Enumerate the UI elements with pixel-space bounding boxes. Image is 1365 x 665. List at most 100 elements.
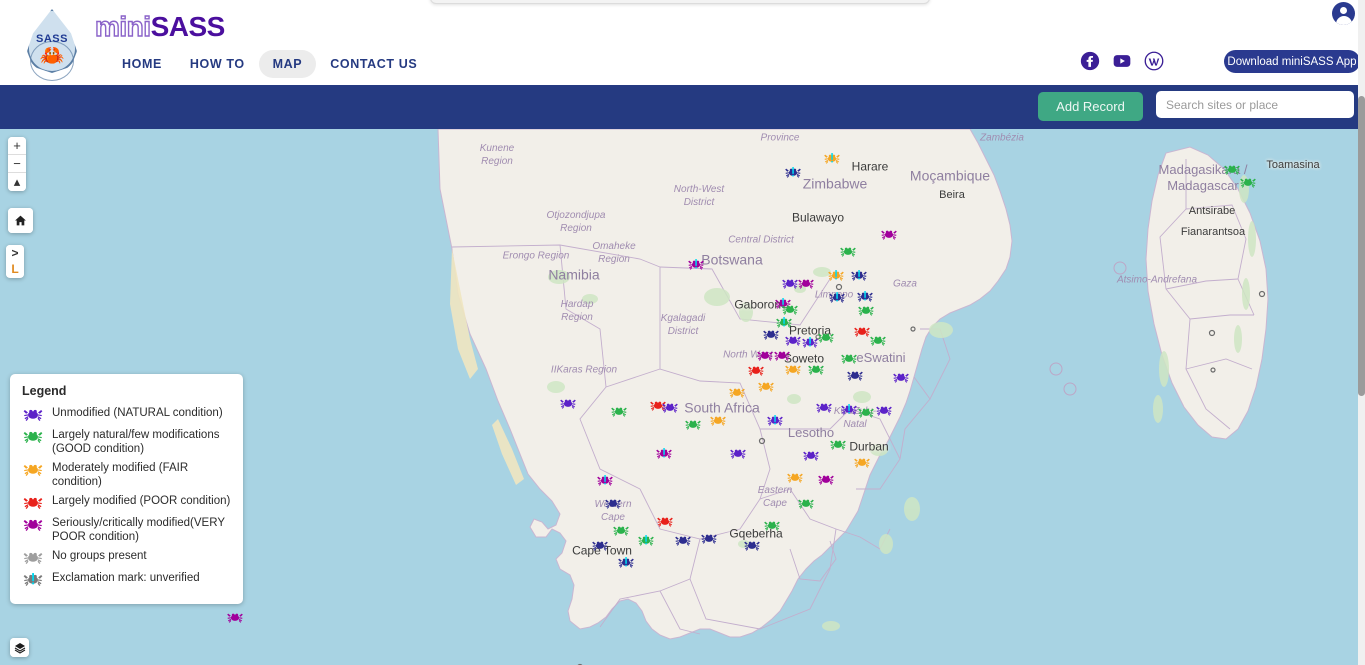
map-marker-crab[interactable] (729, 386, 746, 399)
map-marker-crab[interactable] (710, 414, 727, 427)
map-marker-crab[interactable] (881, 228, 898, 241)
map-marker-crab[interactable] (748, 364, 765, 377)
map-marker-crab[interactable] (803, 449, 820, 462)
nav-item-contact-us[interactable]: CONTACT US (316, 50, 431, 78)
minisass-logo[interactable]: SASS 🦀 (22, 7, 82, 81)
map-marker-crab[interactable] (785, 334, 802, 347)
social-links (1080, 51, 1164, 71)
map-marker-crab[interactable] (782, 303, 799, 316)
compass-reset-button[interactable]: ▴ (8, 173, 26, 191)
map-marker-crab[interactable] (662, 401, 679, 414)
map-marker-crab[interactable] (858, 304, 875, 317)
map-marker-crab[interactable] (758, 380, 775, 393)
account-circle-icon[interactable] (1332, 2, 1355, 25)
layers-icon[interactable] (10, 638, 29, 657)
map-marker-crab[interactable] (657, 515, 674, 528)
map-marker-crab[interactable] (611, 405, 628, 418)
map-marker-crab[interactable] (847, 369, 864, 382)
map-marker-crab[interactable] (798, 277, 815, 290)
map-marker-crab[interactable] (841, 352, 858, 365)
wordpress-icon[interactable] (1144, 51, 1164, 71)
map-marker-crab[interactable] (828, 269, 845, 282)
map-marker-crab[interactable] (854, 456, 871, 469)
map-marker-crab[interactable] (876, 404, 893, 417)
legend-item[interactable]: Exclamation mark: unverified (22, 570, 231, 588)
download-app-button[interactable]: Download miniSASS App (1224, 50, 1360, 73)
map-marker-crab[interactable] (893, 371, 910, 384)
map-marker-crab[interactable] (597, 474, 614, 487)
map-marker-crab[interactable] (592, 539, 609, 552)
crab-icon-poor (22, 493, 44, 511)
map-marker-crab[interactable] (638, 534, 655, 547)
map-marker-crab[interactable] (829, 291, 846, 304)
map-marker-crab[interactable] (841, 403, 858, 416)
map-marker-crab[interactable] (785, 363, 802, 376)
map-marker-crab[interactable] (605, 497, 622, 510)
site-header: SASS 🦀 miniSASS HOME HOW TO MAP CONTACT … (0, 0, 1365, 85)
map-marker-crab[interactable] (685, 418, 702, 431)
map-marker-crab[interactable] (858, 406, 875, 419)
map-marker-crab[interactable] (802, 336, 819, 349)
legend-item[interactable]: No groups present (22, 548, 231, 566)
search-input[interactable] (1156, 91, 1354, 118)
layers-control (10, 638, 29, 657)
page-scrollbar-thumb[interactable] (1358, 96, 1365, 396)
map-marker-crab[interactable] (840, 245, 857, 258)
map-marker-crab[interactable] (675, 534, 692, 547)
home-icon[interactable] (8, 208, 33, 233)
map-marker-crab[interactable] (816, 401, 833, 414)
map-marker-crab[interactable] (774, 349, 791, 362)
zoom-in-button[interactable]: + (8, 137, 26, 155)
legend-item[interactable]: Largely modified (POOR condition) (22, 493, 231, 511)
map-marker-crab[interactable] (830, 438, 847, 451)
map-marker-crab[interactable] (1240, 176, 1257, 189)
map-marker-crab[interactable] (818, 331, 835, 344)
map-marker-crab[interactable] (808, 363, 825, 376)
add-record-button[interactable]: Add Record (1038, 92, 1143, 121)
map-marker-crab[interactable] (701, 532, 718, 545)
legend-item[interactable]: Moderately modified (FAIR condition) (22, 460, 231, 489)
legend-item[interactable]: Seriously/critically modified(VERY POOR … (22, 515, 231, 544)
map-marker-crab[interactable] (870, 334, 887, 347)
map-marker-crab[interactable] (824, 152, 841, 165)
map-marker-crab[interactable] (613, 524, 630, 537)
facebook-icon[interactable] (1080, 51, 1100, 71)
legend-item-label: Seriously/critically modified(VERY POOR … (52, 517, 225, 543)
map-marker-crab[interactable] (854, 325, 871, 338)
chevron-right-icon[interactable]: > (6, 245, 24, 261)
legend-item-label: Moderately modified (FAIR condition) (52, 462, 189, 488)
brand-wordmark: miniSASS (94, 10, 226, 43)
map-marker-crab[interactable] (763, 328, 780, 341)
map-marker-crab[interactable] (785, 166, 802, 179)
map-marker-crab[interactable] (764, 519, 781, 532)
zoom-controls: + − ▴ (8, 137, 26, 191)
map-marker-crab[interactable] (744, 539, 761, 552)
map-marker-crab[interactable] (851, 269, 868, 282)
map-marker-crab[interactable] (787, 471, 804, 484)
legend-item[interactable]: Unmodified (NATURAL condition) (22, 405, 231, 423)
nav-item-how-to[interactable]: HOW TO (176, 50, 259, 78)
map-marker-crab[interactable] (857, 290, 874, 303)
legend-item[interactable]: Largely natural/few modifications (GOOD … (22, 427, 231, 456)
zoom-out-button[interactable]: − (8, 155, 26, 173)
map-marker-crab[interactable] (618, 556, 635, 569)
logo-sass-text: SASS (36, 33, 68, 45)
map-marker-crab[interactable] (730, 447, 747, 460)
map-marker-crab[interactable] (656, 447, 673, 460)
nav-item-map[interactable]: MAP (258, 50, 317, 78)
map-marker-crab[interactable] (560, 397, 577, 410)
youtube-icon[interactable] (1112, 51, 1132, 71)
map-marker-crab[interactable] (688, 258, 705, 271)
console-l-icon[interactable]: L (6, 261, 24, 277)
map-marker-crab[interactable] (818, 473, 835, 486)
map-marker-crab[interactable] (782, 277, 799, 290)
nav-item-home[interactable]: HOME (108, 50, 176, 78)
map-marker-crab[interactable] (798, 497, 815, 510)
legend-item-label: Exclamation mark: unverified (52, 572, 200, 584)
map-marker-crab[interactable] (1224, 163, 1241, 176)
map-marker-crab[interactable] (767, 414, 784, 427)
brand-sass-text: SASS (150, 11, 226, 42)
map-marker-crab[interactable] (227, 611, 244, 624)
console-toggle-control: > L (6, 245, 24, 278)
map-marker-crab[interactable] (757, 349, 774, 362)
